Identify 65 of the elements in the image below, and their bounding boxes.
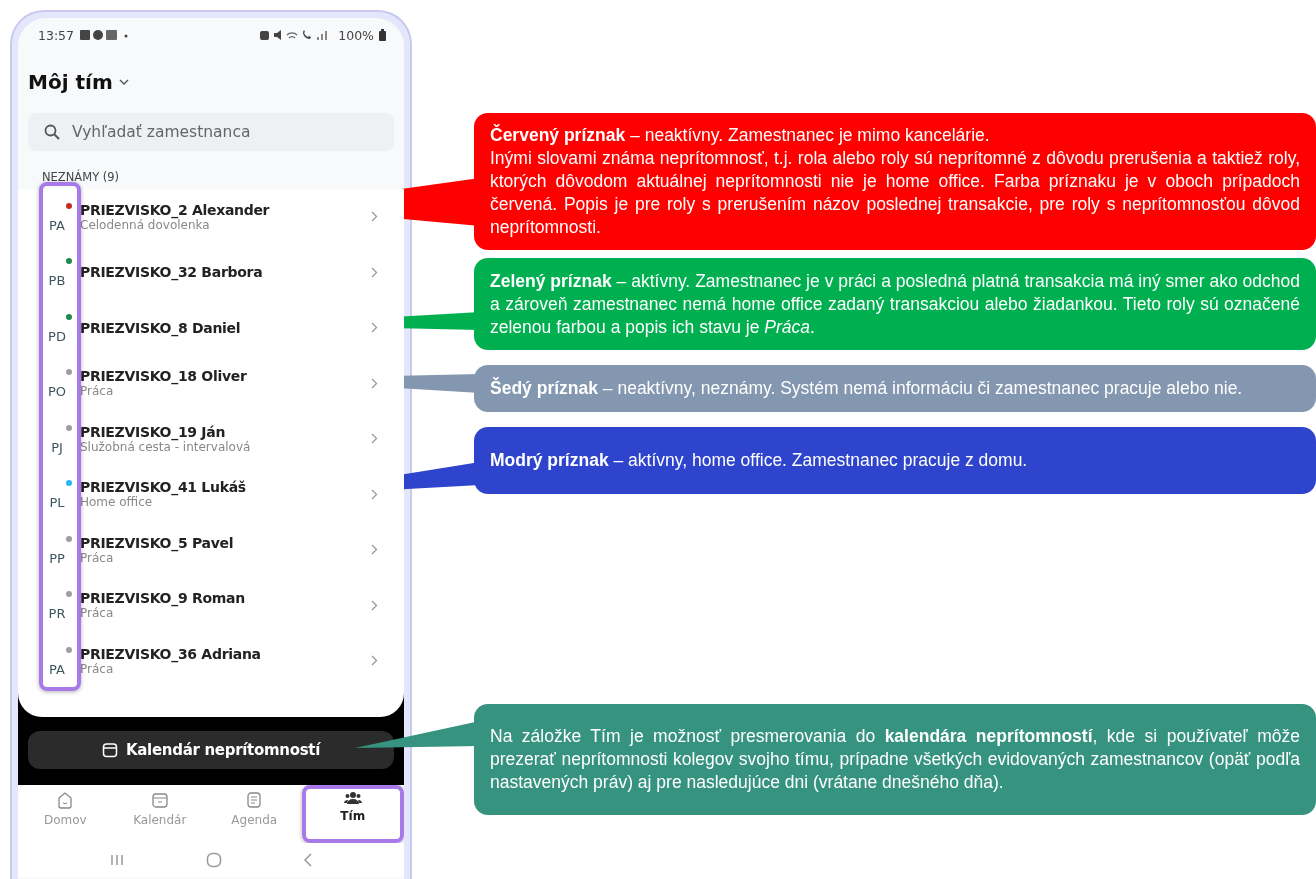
calendar-icon bbox=[150, 790, 169, 809]
chevron-icon bbox=[371, 599, 378, 611]
chevron-icon bbox=[371, 211, 378, 223]
nav-tab[interactable]: Tím bbox=[301, 784, 404, 843]
callout-text: Červený príznak – neaktívny. Zamestnanec je mimo kancelárie. bbox=[490, 124, 991, 147]
people-icon bbox=[343, 790, 362, 805]
absence-calendar-button[interactable]: Kalendár neprítomností bbox=[28, 730, 394, 769]
employee-row[interactable]: PR PRIEZVISKO_9 Roman Práca bbox=[42, 577, 404, 633]
avatar-initials: PO bbox=[47, 384, 67, 400]
callout-text: Šedý príznak – neaktívny, neznámy. Systém nemá informáciu či zamestnanec pracuje alebo nie. bbox=[490, 377, 1244, 400]
callout-text: Inými slovami známa neprítomnosť, t.j. rola alebo roly sú neprítomné z dôvodu prerušenia a taktiež roly, ktorých dôvodom aktuálnej neprítomnosti nie je home office. Farba príznaku je v oboch prípadoch červená. Popis je pre roly s prerušením názov poslednej transakcie, pre roly s neprítomnosťou dôvod neprítomnosti. bbox=[490, 147, 1300, 239]
chevron-icon bbox=[371, 488, 378, 500]
employee-row[interactable]: PL PRIEZVISKO_41 Lukáš Home office bbox=[42, 466, 404, 522]
employee-name: PRIEZVISKO_18 Oliver bbox=[80, 368, 248, 385]
employee-row[interactable]: PO PRIEZVISKO_18 Oliver Práca bbox=[42, 355, 404, 411]
employee-status: Práca bbox=[80, 384, 114, 399]
employee-row[interactable]: PJ PRIEZVISKO_19 Ján Služobná cesta - intervalová bbox=[42, 411, 404, 467]
avatar-initials: PB bbox=[48, 273, 66, 289]
employee-row[interactable]: PP PRIEZVISKO_5 Pavel Práca bbox=[42, 522, 404, 578]
chevron-icon bbox=[371, 433, 378, 445]
chevron-icon bbox=[371, 266, 378, 278]
team-title[interactable]: Môj tím bbox=[28, 70, 113, 94]
calendar-icon bbox=[101, 741, 118, 758]
avatar-initials: PL bbox=[49, 495, 65, 511]
employee-name: PRIEZVISKO_36 Adriana bbox=[80, 645, 262, 662]
home-icon bbox=[56, 790, 75, 809]
employee-name: PRIEZVISKO_41 Lukáš bbox=[80, 479, 247, 496]
employee-name: PRIEZVISKO_8 Daniel bbox=[80, 319, 242, 336]
avatar-initials: PP bbox=[49, 550, 65, 566]
battery-level: 100% bbox=[338, 27, 374, 43]
avatar-initials: PR bbox=[48, 606, 66, 622]
chevron-icon bbox=[371, 322, 378, 334]
avatar-initials: PD bbox=[48, 328, 66, 344]
chevron-icon bbox=[371, 377, 378, 389]
employee-status: Home office bbox=[80, 495, 153, 510]
chevron-icon bbox=[371, 655, 378, 667]
search-icon bbox=[44, 124, 60, 140]
employee-status: Práca bbox=[80, 606, 114, 621]
back-icon[interactable] bbox=[303, 851, 314, 868]
employee-name: PRIEZVISKO_5 Pavel bbox=[80, 534, 235, 551]
search-field[interactable]: Vyhľadať zamestnanca bbox=[28, 113, 394, 151]
group-label: NEZNÁMY (9) bbox=[41, 168, 121, 184]
employee-status: Celodenná dovolenka bbox=[80, 217, 211, 232]
employee-status: Práca bbox=[80, 661, 114, 676]
status-time: 13:57 bbox=[38, 27, 75, 43]
employee-row[interactable]: PB PRIEZVISKO_32 Barbora bbox=[42, 244, 404, 300]
battery-icon bbox=[379, 29, 386, 41]
employee-row[interactable]: PA PRIEZVISKO_36 Adriana Práca bbox=[42, 633, 404, 689]
employee-name: PRIEZVISKO_19 Ján bbox=[80, 423, 226, 440]
avatar-initials: PA bbox=[49, 217, 65, 233]
document-icon bbox=[245, 790, 264, 809]
avatar-initials: PA bbox=[49, 661, 65, 677]
employee-status: Práca bbox=[80, 550, 114, 565]
caret-icon[interactable] bbox=[118, 79, 129, 85]
home-button-icon[interactable] bbox=[206, 851, 222, 868]
chevron-icon bbox=[371, 544, 378, 556]
recent-apps-icon[interactable] bbox=[108, 852, 125, 867]
callout-text: Zelený príznak – aktívny. Zamestnanec je v práci a posledná platná transakcia má iný smer ako odchod a zároveň zamestnanec nemá home office zadaný transakciou alebo žiadankou. Tieto roly sú označené zelenou farbou a popis ich stavu je Práca. bbox=[490, 269, 1300, 339]
employee-name: PRIEZVISKO_32 Barbora bbox=[80, 264, 264, 281]
employee-name: PRIEZVISKO_2 Alexander bbox=[80, 201, 271, 218]
avatar-initials: PJ bbox=[51, 439, 63, 455]
employee-name: PRIEZVISKO_9 Roman bbox=[80, 590, 246, 607]
callout-text: Modrý príznak – aktívny, home office. Zamestnanec pracuje z domu. bbox=[490, 449, 1029, 472]
employee-row[interactable]: PD PRIEZVISKO_8 Daniel bbox=[42, 300, 404, 356]
callout-text: Na záložke Tím je možnosť presmerovania do kalendára neprítomností, kde si používateľ môže prezerať neprítomnosti kolegov svojho tímu, prípadne všetkých evidovaných zamestnancov (opäť podľa nastavených práv) aj pre nasledujúce dni (vrátane dnešného dňa). bbox=[490, 725, 1300, 794]
